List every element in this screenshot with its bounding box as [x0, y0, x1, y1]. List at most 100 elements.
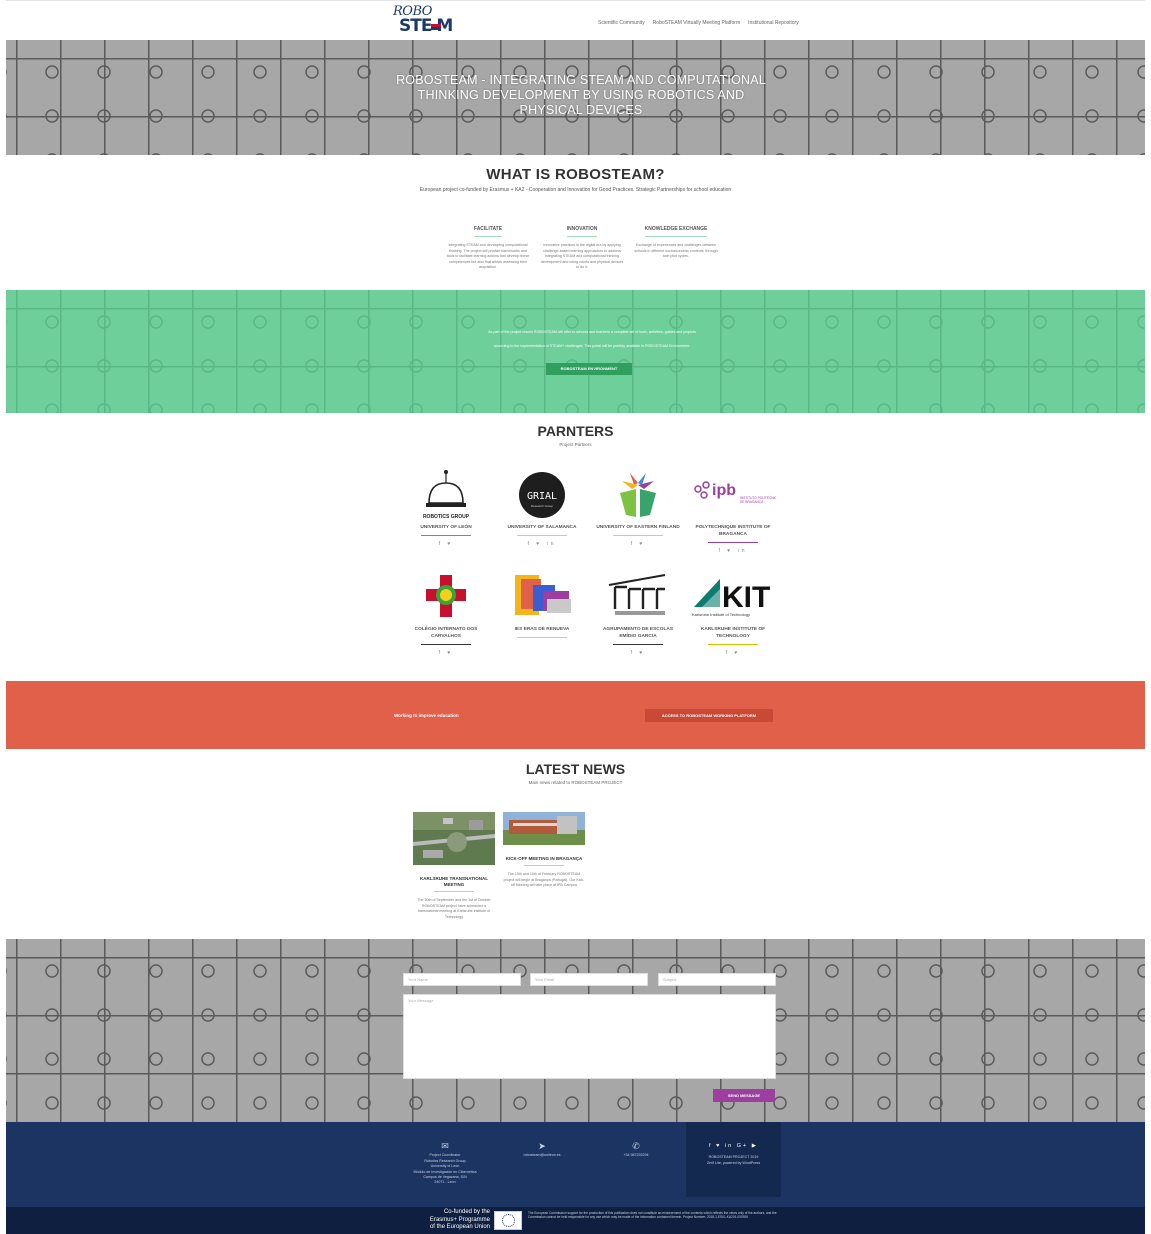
eu-stars-icon [501, 1214, 515, 1227]
partner-social-icons[interactable]: f ♥ [403, 650, 489, 656]
nav-item-scientific-community[interactable]: Scientific Community [598, 20, 645, 26]
news-title[interactable]: KARLSRUHE TRANSNATIONAL MEETING [413, 876, 495, 891]
partner-name: UNIVERSITY OF SALAMANCA [507, 525, 577, 530]
partner-social-icons[interactable]: f ♥ [403, 541, 489, 547]
partner-divider [613, 644, 663, 645]
send-message-button[interactable]: SEND MESSAGE [713, 1089, 775, 1102]
feature-text: Exchange of experiences and challenges b… [634, 243, 718, 259]
partner-divider [708, 644, 758, 645]
environment-banner: As part of the project results ROBOSTEAM… [6, 290, 1145, 413]
footer-address: ✉ Project Coordinator Robotics Research … [401, 1141, 489, 1186]
contact-section: Your Name Your Email Subject Your Messag… [6, 939, 1145, 1122]
partner-name: KARLSRUHE INSTITUTE OF TECHNOLOGY [700, 627, 766, 639]
news-image-campus[interactable] [503, 812, 585, 850]
news-post[interactable]: KICK-OFF MEETING IN BRAGANÇA The 15th an… [503, 812, 585, 889]
news-excerpt: The 30th of September and the 1st of Oct… [417, 898, 491, 919]
kit-logo: KIT Karlsruhe Institute of Technology [690, 571, 776, 623]
subject-field[interactable]: Subject [658, 973, 776, 986]
section-title: WHAT IS ROBOSTEAM? [486, 166, 665, 183]
partner-social-icons[interactable]: f ♥ [690, 650, 776, 656]
news-image-aerial[interactable] [413, 812, 495, 870]
feature-innovation: INNOVATION Innovative practices in the d… [540, 217, 624, 271]
section-subtitle: European project co-funded by Erasmus + … [419, 187, 732, 193]
paper-plane-icon: ➤ [538, 1141, 546, 1151]
footer-email: ➤ robosteam@unileon.es [506, 1141, 578, 1159]
address-line: 24071 - León [434, 1180, 456, 1185]
partner-name: UNIVERSITY OF LEÓN [420, 525, 472, 530]
grial-logo: GRIAL Research Group [499, 469, 585, 521]
svg-text:Research Group: Research Group [531, 504, 553, 508]
environment-text-1: As part of the project results ROBOSTEAM… [488, 330, 696, 334]
news-title[interactable]: KICK-OFF MEETING IN BRAGANÇA [503, 856, 585, 865]
partner-card[interactable]: AGRUPAMENTO DE ESCOLAS EMÍDIO GARCIA f ♥ [595, 571, 681, 656]
partner-name: POLYTECHNIQUE INSTITUTE OF BRAGANCA [695, 525, 771, 537]
section-title: LATEST NEWS [525, 761, 626, 777]
feature-text: Integrating STEAM and developing computa… [446, 243, 530, 270]
phone-icon: ✆ [632, 1141, 640, 1151]
partner-card[interactable]: COLÉGIO INTERNATO DOS CARVALHOS f ♥ [403, 571, 489, 656]
feature-facilitate: FACILITATE Integrating STEAM and develop… [446, 217, 530, 271]
eu-funding-bar: Co-funded by the Erasmus+ Programme of t… [6, 1207, 1145, 1234]
news-divider [524, 865, 564, 866]
news-post[interactable]: KARLSRUHE TRANSNATIONAL MEETING The 30th… [413, 812, 495, 920]
phone-number[interactable]: +34 987293294 [600, 1153, 672, 1158]
uef-logo [595, 469, 681, 521]
partner-divider [708, 542, 758, 543]
site-header: ROBO STE M Scientific Community RoboSTEA… [6, 0, 1145, 40]
ies-logo [499, 571, 585, 623]
feature-title: KNOWLEDGE EXCHANGE [644, 226, 708, 237]
theme-credit[interactable]: Zerif Lite, powered by WordPress [686, 1161, 781, 1166]
svg-text:Karlsruhe Institute of Technol: Karlsruhe Institute of Technology [692, 612, 750, 617]
logo-bottom-text: STE M [399, 16, 453, 36]
news-excerpt: The 15th and 16th of February ROBOSTEAM … [503, 872, 585, 888]
email-link[interactable]: robosteam@unileon.es [506, 1153, 578, 1158]
partner-social-icons[interactable]: f ♥ [595, 541, 681, 547]
partner-divider [421, 644, 471, 645]
feature-title: FACILITATE [473, 226, 503, 237]
what-is-section: WHAT IS ROBOSTEAM? European project co-f… [6, 155, 1145, 290]
feature-title: INNOVATION [566, 226, 598, 237]
robotics-group-logo: ROBOTICS GROUP [403, 469, 489, 521]
partner-social-icons[interactable]: f ♥ in [499, 541, 585, 547]
partner-card[interactable]: KIT Karlsruhe Institute of Technology KA… [690, 571, 776, 656]
aeeg-logo [595, 571, 681, 623]
partner-divider [517, 637, 567, 638]
nav-item-meeting-platform[interactable]: RoboSTEAM Virtually Meeting Platform [653, 20, 740, 26]
section-subtitle: Project Partners [559, 442, 592, 447]
svg-text:KIT: KIT [722, 581, 770, 614]
partner-name: UNIVERSITY OF EASTERN FINLAND [596, 525, 680, 530]
partner-social-icons[interactable]: f ♥ in [690, 548, 776, 554]
partner-divider [517, 535, 567, 536]
main-nav: Scientific Community RoboSTEAM Virtually… [598, 20, 799, 26]
footer-social-icons[interactable]: f ♥ in G+ ▶ [686, 1143, 781, 1149]
banner-text: Working to improve education [394, 713, 459, 718]
hero-title: ROBOSTEAM - INTEGRATING STEAM AND COMPUT… [396, 73, 766, 117]
partner-card[interactable]: IES ERAS DE RENUEVA [499, 571, 585, 643]
robosteam-environment-button[interactable]: ROBOSTEAM ENVIRONMENT [546, 363, 632, 375]
eu-flag-icon [494, 1211, 522, 1230]
partner-divider [613, 535, 663, 536]
working-platform-button[interactable]: ACCESS TO ROBOSTEAM WORKING PLATFORM [645, 709, 773, 722]
feature-columns: FACILITATE Integrating STEAM and develop… [446, 217, 718, 271]
page: ROBO STE M Scientific Community RoboSTEA… [0, 0, 1151, 1234]
partner-card[interactable]: GRIAL Research Group UNIVERSITY OF SALAM… [499, 469, 585, 547]
robosteam-logo[interactable]: ROBO STE M [391, 4, 461, 38]
email-field[interactable]: Your Email [530, 973, 648, 986]
name-field[interactable]: Your Name [403, 973, 521, 986]
partner-name: AGRUPAMENTO DE ESCOLAS EMÍDIO GARCIA [602, 627, 674, 639]
feature-text: Innovative practices in the digital era … [540, 243, 624, 270]
message-field[interactable]: Your Message [403, 994, 776, 1079]
cic-logo [403, 571, 489, 623]
nav-item-repository[interactable]: Institutional Repository [748, 20, 799, 26]
partners-section: PARNTERS Project Partners ROBOTICS GROUP… [6, 413, 1145, 681]
partner-card[interactable]: UNIVERSITY OF EASTERN FINLAND f ♥ [595, 469, 681, 547]
footer-phone: ✆ +34 987293294 [600, 1141, 672, 1159]
svg-text:GRIAL: GRIAL [527, 491, 557, 502]
partner-card[interactable]: ipb INSTITUTO POLITÉCNICO DE BRAGANÇA PO… [690, 469, 776, 554]
working-platform-banner: Working to improve education ACCESS TO R… [6, 681, 1145, 749]
partner-social-icons[interactable]: f ♥ [595, 650, 681, 656]
partner-card[interactable]: ROBOTICS GROUP UNIVERSITY OF LEÓN f ♥ [403, 469, 489, 547]
erasmus-cofunded-text: Co-funded by the Erasmus+ Programme of t… [429, 1209, 490, 1230]
svg-text:ipb: ipb [712, 482, 736, 499]
hero-banner: ROBOSTEAM - INTEGRATING STEAM AND COMPUT… [6, 40, 1145, 155]
